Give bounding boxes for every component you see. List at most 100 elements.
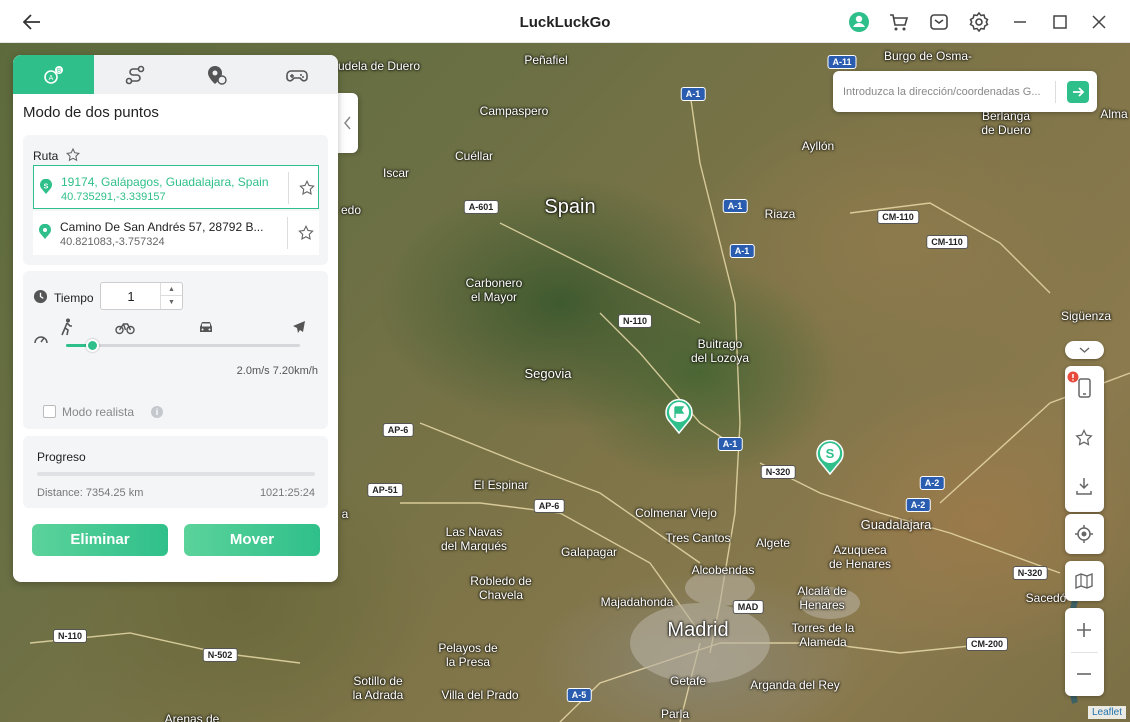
two-point-icon: AB [44,66,63,84]
maximize-icon[interactable] [1048,10,1072,34]
tab-joystick-mode[interactable] [256,55,337,94]
svg-text:B: B [57,69,61,75]
tab-two-point-mode[interactable]: AB [13,55,94,94]
chevron-down-icon [1079,347,1090,353]
device-button[interactable] [1065,366,1104,410]
minimize-icon[interactable] [1008,10,1032,34]
place-label: Galapagar [560,545,618,559]
locate-control [1065,514,1104,554]
place-label: Las Navas del Marqués [440,525,508,553]
search-go-button[interactable] [1067,81,1089,103]
road-shield: A-2 [919,476,945,490]
place-label: Ayllón [801,139,835,153]
move-button[interactable]: Mover [184,524,320,556]
user-icon[interactable] [847,10,871,34]
route-end-point[interactable]: Camino De San Andrés 57, 28792 B... 40.8… [33,211,319,255]
favorites-button[interactable] [1065,416,1104,460]
road-shield: A-2 [905,498,931,512]
minus-icon [1077,673,1091,675]
clock-icon [33,289,48,309]
divider [1055,81,1056,103]
road-shield: A-1 [717,437,743,451]
gamepad-icon [286,70,308,82]
speed-value: 2.0m/s 7.20km/h [236,365,318,377]
realistic-mode-checkbox[interactable] [43,405,56,418]
end-coords: 40.821083,-3.757324 [60,236,165,248]
locate-button[interactable] [1065,512,1104,556]
start-marker[interactable]: S [815,439,845,480]
place-label: Sacedó [1025,591,1067,605]
progress-bar [37,472,315,476]
speedometer-icon [33,331,49,352]
start-coords: 40.735291,-3.339157 [61,191,166,203]
route-card: Ruta S 19174, Galápagos, Guadalajara, Sp… [23,135,328,265]
place-label: Campaspero [479,104,549,118]
cart-icon[interactable] [887,10,911,34]
progress-card: Progreso Distance: 7354.25 km 1021:25:24 [23,436,328,508]
info-icon[interactable]: i [151,406,163,418]
road-shield: A-1 [680,87,706,101]
stepper-down-icon[interactable]: ▼ [161,296,182,309]
road-shield: AP-6 [533,499,565,513]
speed-slider-handle[interactable] [86,339,99,352]
road-shield: A-1 [729,244,755,258]
place-label: Peñafiel [524,53,568,67]
progress-label: Progreso [37,450,86,464]
stepper-buttons: ▲ ▼ [160,283,182,309]
start-address: 19174, Galápagos, Guadalajara, Spain [61,175,269,189]
svg-text:S: S [826,446,835,461]
stepper-up-icon[interactable]: ▲ [161,283,182,296]
place-label: Colmenar Viejo [635,506,717,520]
place-label: Berlanga de Duero [981,109,1031,137]
import-button[interactable] [1065,464,1104,508]
place-label: udela de Duero [337,59,421,73]
map-type-button[interactable] [1065,559,1104,603]
road-shield: CM-110 [877,210,919,224]
mail-icon[interactable] [927,10,951,34]
delete-button[interactable]: Eliminar [32,524,168,556]
tab-jump-mode[interactable] [175,55,256,94]
favorite-star-icon[interactable] [298,179,316,202]
panel-collapse-button[interactable] [338,93,358,153]
place-label: Villa del Prado [441,688,519,702]
panel-title: Modo de dos puntos [23,104,159,121]
end-pin-icon [38,223,52,245]
time-stepper[interactable]: 1 ▲ ▼ [100,282,183,310]
route-start-point[interactable]: S 19174, Galápagos, Guadalajara, Spain 4… [33,165,319,209]
road-shield: MAD [732,600,764,614]
bicycle-icon[interactable] [115,318,135,341]
close-icon[interactable] [1087,10,1111,34]
alert-icon [1067,371,1079,383]
zoom-out-button[interactable] [1065,652,1104,696]
destination-flag-marker[interactable] [664,398,694,439]
time-label: Tiempo [54,291,94,305]
airplane-icon[interactable] [291,318,307,341]
gear-icon[interactable] [967,10,991,34]
place-label: Riaza [764,207,796,221]
walk-icon[interactable] [59,318,75,341]
end-address: Camino De San Andrés 57, 28792 B... [60,220,264,234]
map-attribution[interactable]: Leaflet [1088,706,1127,719]
zoom-in-button[interactable] [1065,608,1104,652]
controls-collapse-button[interactable] [1065,341,1104,359]
car-icon[interactable] [197,318,215,341]
plus-icon [1077,623,1091,637]
place-label: Sigüenza [1060,309,1112,323]
search-input[interactable] [843,82,1055,102]
star-icon [1075,429,1093,446]
tab-multi-point-mode[interactable] [94,55,175,94]
chevron-left-icon [344,116,351,130]
mode-tabs: AB [13,55,338,94]
route-label: Ruta [33,149,59,163]
favorite-star-icon[interactable] [297,224,315,247]
place-label: Torres de la Alameda [791,621,855,649]
place-label: Carbonero el Mayor [465,276,523,304]
road-shield: N-320 [1012,566,1048,580]
place-label: Robledo de Chavela [470,574,532,602]
map-type-control [1065,561,1104,601]
speed-settings-card: Tiempo 1 ▲ ▼ 2.0m/s 7.20km/h Modo realis… [23,271,328,429]
time-value[interactable]: 1 [111,289,151,304]
speed-slider[interactable] [66,339,300,352]
divider [287,217,288,249]
svg-text:S: S [44,184,49,191]
